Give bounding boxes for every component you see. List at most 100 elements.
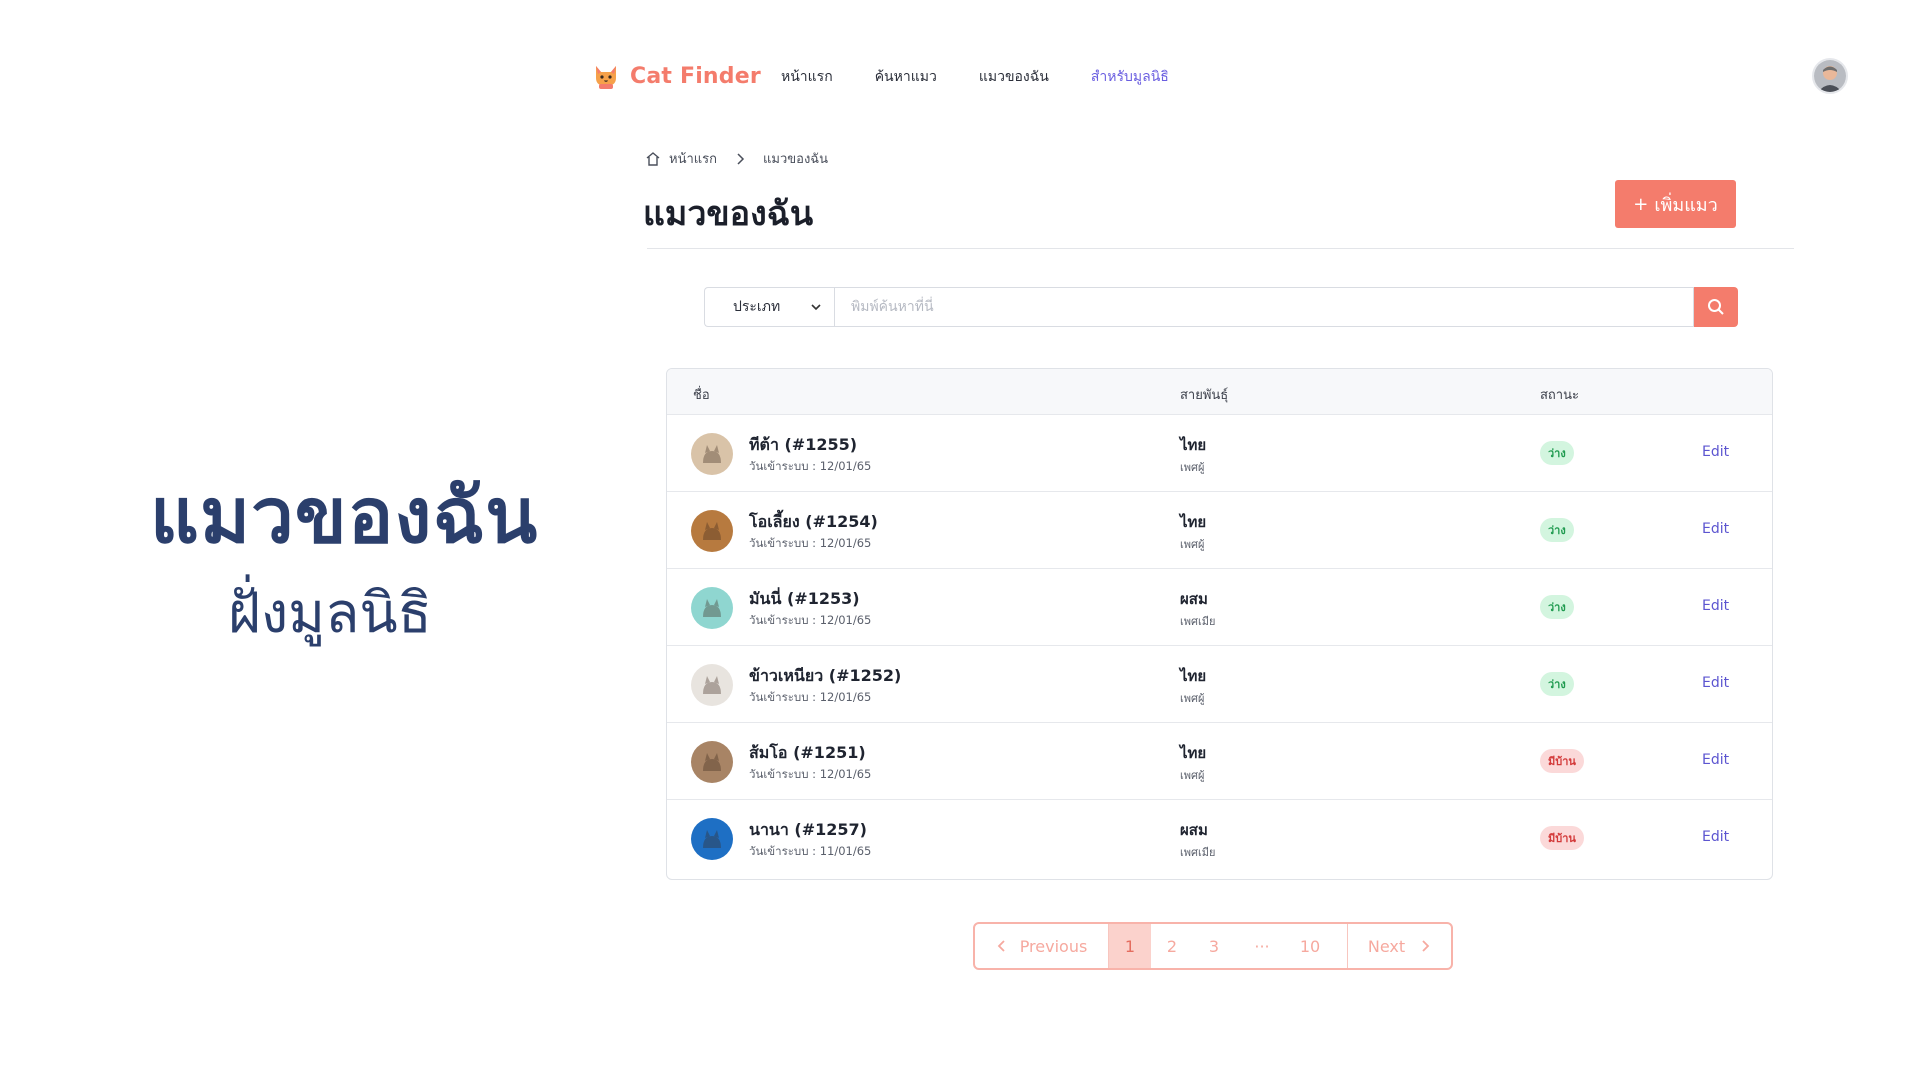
nav-item-foundation[interactable]: สำหรับมูลนิธิ bbox=[1091, 66, 1169, 88]
edit-link[interactable]: Edit bbox=[1702, 598, 1729, 614]
cat-avatar bbox=[691, 433, 733, 475]
previous-page-button[interactable]: Previous bbox=[975, 924, 1109, 968]
page-button-3[interactable]: 3 bbox=[1193, 924, 1235, 968]
cat-breed: ไทย bbox=[1180, 513, 1207, 531]
page-button-1[interactable]: 1 bbox=[1109, 924, 1151, 968]
cat-logo-icon bbox=[596, 66, 616, 89]
cat-sex: เพศเมีย bbox=[1180, 615, 1216, 628]
cat-avatar bbox=[691, 664, 733, 706]
cat-entry-date: วันเข้าระบบ : 12/01/65 bbox=[749, 613, 872, 627]
page-button-2[interactable]: 2 bbox=[1151, 924, 1193, 968]
search-icon bbox=[1708, 299, 1724, 315]
cat-avatar bbox=[691, 818, 733, 860]
breadcrumb-home[interactable]: หน้าแรก bbox=[669, 148, 717, 169]
cat-sex: เพศผู้ bbox=[1180, 692, 1205, 705]
next-page-button[interactable]: Next bbox=[1347, 924, 1451, 968]
cat-photo-icon bbox=[691, 587, 733, 629]
cat-name: มันนี่ (#1253) bbox=[749, 589, 860, 608]
home-icon bbox=[646, 151, 660, 166]
main-nav: หน้าแรก ค้นหาแมว แมวของฉัน สำหรับมูลนิธิ bbox=[781, 66, 1169, 88]
hero-subtitle: ฝั่งมูลนิธิ bbox=[228, 581, 432, 646]
cat-photo-icon bbox=[691, 818, 733, 860]
brand-logo[interactable]: Cat Finder bbox=[590, 60, 761, 92]
user-avatar-icon bbox=[1814, 60, 1846, 92]
column-header-name: ชื่อ bbox=[693, 388, 710, 403]
cat-name: โอเลี้ยง (#1254) bbox=[749, 512, 878, 531]
cat-breed: ไทย bbox=[1180, 436, 1207, 454]
cat-entry-date: วันเข้าระบบ : 11/01/65 bbox=[749, 844, 872, 858]
plus-icon: + bbox=[1633, 193, 1649, 215]
next-label: Next bbox=[1367, 936, 1406, 956]
table-row: ข้าวเหนียว (#1252) วันเข้าระบบ : 12/01/6… bbox=[667, 646, 1772, 723]
edit-link[interactable]: Edit bbox=[1702, 752, 1729, 768]
status-badge: มีบ้าน bbox=[1540, 826, 1584, 850]
table-header: ชื่อ สายพันธุ์ สถานะ bbox=[667, 369, 1772, 415]
column-header-breed: สายพันธุ์ bbox=[1180, 388, 1229, 403]
edit-link[interactable]: Edit bbox=[1702, 675, 1729, 691]
breadcrumb: หน้าแรก แมวของฉัน bbox=[645, 148, 828, 169]
cat-name: ส้มโอ (#1251) bbox=[749, 743, 866, 762]
header-divider bbox=[647, 248, 1794, 249]
chevron-right-icon bbox=[737, 152, 745, 165]
cat-sex: เพศเมีย bbox=[1180, 846, 1216, 859]
search-input[interactable] bbox=[834, 287, 1694, 327]
pagination: Previous 1 2 3 ··· 10 Next bbox=[973, 922, 1453, 970]
cat-avatar bbox=[691, 741, 733, 783]
cat-name: ทีต้า (#1255) bbox=[749, 435, 858, 454]
add-cat-button[interactable]: + เพิ่มแมว bbox=[1615, 180, 1736, 228]
brand-name: Cat Finder bbox=[630, 63, 761, 89]
chevron-left-icon bbox=[997, 940, 1005, 952]
cat-avatar bbox=[691, 510, 733, 552]
cat-photo-icon bbox=[691, 510, 733, 552]
cat-photo-icon bbox=[691, 741, 733, 783]
status-badge: ว่าง bbox=[1540, 518, 1574, 542]
add-cat-label: เพิ่มแมว bbox=[1654, 194, 1718, 216]
previous-label: Previous bbox=[1019, 936, 1088, 956]
hero-title: แมวของฉัน bbox=[150, 471, 539, 560]
edit-link[interactable]: Edit bbox=[1702, 829, 1729, 845]
column-header-status: สถานะ bbox=[1540, 388, 1579, 403]
status-badge: ว่าง bbox=[1540, 441, 1574, 465]
cat-breed: ไทย bbox=[1180, 744, 1207, 762]
chevron-right-icon bbox=[1422, 940, 1430, 952]
table-row: มันนี่ (#1253) วันเข้าระบบ : 12/01/65 ผส… bbox=[667, 569, 1772, 646]
user-avatar[interactable] bbox=[1812, 58, 1848, 94]
status-badge: ว่าง bbox=[1540, 595, 1574, 619]
type-select[interactable]: ประเภท bbox=[704, 287, 834, 327]
table-row: ทีต้า (#1255) วันเข้าระบบ : 12/01/65 ไทย… bbox=[667, 415, 1772, 492]
cat-name: นานา (#1257) bbox=[749, 820, 867, 839]
cat-entry-date: วันเข้าระบบ : 12/01/65 bbox=[749, 459, 872, 473]
page-button-10[interactable]: 10 bbox=[1289, 924, 1331, 968]
page-title: แมวของฉัน bbox=[643, 194, 814, 234]
table-row: นานา (#1257) วันเข้าระบบ : 11/01/65 ผสม … bbox=[667, 800, 1772, 877]
cat-entry-date: วันเข้าระบบ : 12/01/65 bbox=[749, 690, 872, 704]
cat-photo-icon bbox=[691, 433, 733, 475]
cats-table: ชื่อ สายพันธุ์ สถานะ ทีต้า (#1255) วันเข… bbox=[666, 368, 1773, 880]
cat-entry-date: วันเข้าระบบ : 12/01/65 bbox=[749, 767, 872, 781]
edit-link[interactable]: Edit bbox=[1702, 521, 1729, 537]
cat-sex: เพศผู้ bbox=[1180, 538, 1205, 551]
breadcrumb-current: แมวของฉัน bbox=[763, 152, 829, 167]
cat-breed: ผสม bbox=[1180, 590, 1208, 608]
cat-breed: ผสม bbox=[1180, 821, 1208, 839]
type-select-value: ประเภท bbox=[733, 299, 781, 315]
page-ellipsis: ··· bbox=[1254, 936, 1270, 956]
cat-breed: ไทย bbox=[1180, 667, 1207, 685]
table-body: ทีต้า (#1255) วันเข้าระบบ : 12/01/65 ไทย… bbox=[667, 415, 1772, 877]
cat-sex: เพศผู้ bbox=[1180, 461, 1205, 474]
nav-item-home[interactable]: หน้าแรก bbox=[781, 66, 833, 88]
cat-name: ข้าวเหนียว (#1252) bbox=[749, 666, 902, 685]
table-row: ส้มโอ (#1251) วันเข้าระบบ : 12/01/65 ไทย… bbox=[667, 723, 1772, 800]
nav-item-find-cat[interactable]: ค้นหาแมว bbox=[875, 66, 937, 88]
search-bar: ประเภท bbox=[704, 287, 1738, 327]
status-badge: ว่าง bbox=[1540, 672, 1574, 696]
search-button[interactable] bbox=[1694, 287, 1738, 327]
cat-photo-icon bbox=[691, 664, 733, 706]
cat-sex: เพศผู้ bbox=[1180, 769, 1205, 782]
nav-item-my-cats[interactable]: แมวของฉัน bbox=[979, 66, 1049, 88]
cat-entry-date: วันเข้าระบบ : 12/01/65 bbox=[749, 536, 872, 550]
cat-avatar bbox=[691, 587, 733, 629]
edit-link[interactable]: Edit bbox=[1702, 444, 1729, 460]
chevron-down-icon bbox=[811, 304, 821, 311]
table-row: โอเลี้ยง (#1254) วันเข้าระบบ : 12/01/65 … bbox=[667, 492, 1772, 569]
